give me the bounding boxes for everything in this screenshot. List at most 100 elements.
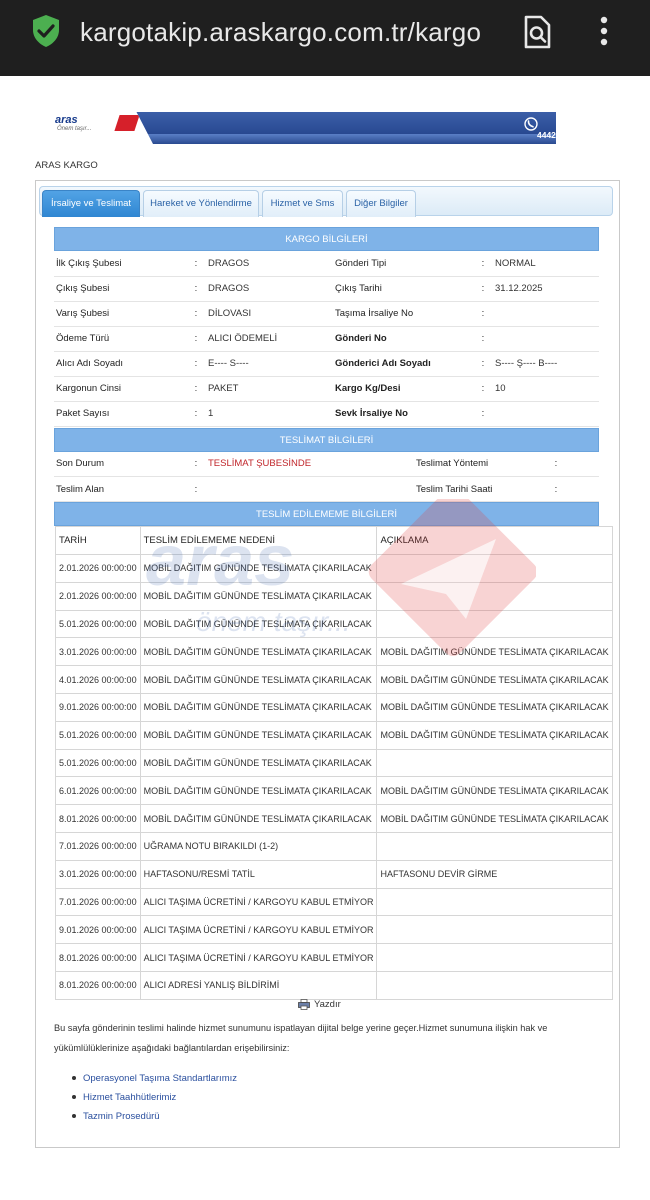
table-row: 9.01.2026 00:00:00 ALICI TAŞIMA ÜCRETİNİ … — [55, 915, 613, 945]
cell-reason: MOBİL DAĞITIM GÜNÜNDE TESLİMATA ÇIKARILA… — [139, 720, 378, 750]
page-search-icon[interactable] — [520, 14, 554, 50]
field-label: Varış Şubesi — [54, 301, 186, 327]
column-header-reason: TESLİM EDİLEMEME NEDENİ — [139, 526, 378, 555]
field-label: Çıkış Şubesi — [54, 276, 186, 302]
link-operasyonel-standartlar[interactable]: Operasyonel Taşıma Standartlarımız — [72, 1069, 237, 1088]
field-label: Gönderi No — [333, 326, 473, 352]
logo-tagline: Önem taşır... — [57, 126, 92, 132]
cell-date: 3.01.2026 00:00:00 — [55, 859, 141, 889]
teslimat-info-row: Teslim Alan: Teslim Tarihi Saati: — [54, 476, 599, 502]
cell-reason: ALICI TAŞIMA ÜCRETİNİ / KARGOYU KABUL ET… — [139, 915, 378, 945]
table-row: 2.01.2026 00:00:00 MOBİL DAĞITIM GÜNÜNDE … — [55, 554, 613, 583]
url-field[interactable]: kargotakip.araskargo.com.tr/kargo — [80, 14, 504, 50]
field-value: 31.12.2025 — [493, 276, 599, 302]
cell-reason: MOBİL DAĞITIM GÜNÜNDE TESLİMATA ÇIKARILA… — [139, 665, 378, 694]
colon-separator: : — [473, 401, 493, 427]
field-value — [493, 326, 599, 352]
cell-date: 3.01.2026 00:00:00 — [55, 637, 141, 667]
cell-reason: ALICI TAŞIMA ÜCRETİNİ / KARGOYU KABUL ET… — [139, 943, 378, 972]
cell-description: MOBİL DAĞITIM GÜNÜNDE TESLİMATA ÇIKARILA… — [376, 776, 613, 806]
kargo-info-header: KARGO BİLGİLERİ — [54, 227, 599, 251]
table-row: 9.01.2026 00:00:00 MOBİL DAĞITIM GÜNÜNDE … — [55, 692, 613, 722]
field-label: Çıkış Tarihi — [333, 276, 473, 302]
cell-date: 8.01.2026 00:00:00 — [55, 943, 141, 972]
shield-check-icon[interactable] — [30, 14, 62, 48]
colon-separator: : — [546, 476, 566, 502]
printer-icon — [298, 999, 310, 1010]
cell-date: 5.01.2026 00:00:00 — [55, 720, 141, 750]
cell-reason: MOBİL DAĞITIM GÜNÜNDE TESLİMATA ÇIKARILA… — [139, 776, 378, 806]
cell-reason: MOBİL DAĞITIM GÜNÜNDE TESLİMATA ÇIKARILA… — [139, 609, 378, 639]
field-label: Gönderici Adı Soyadı — [333, 351, 473, 377]
cell-reason: UĞRAMA NOTU BIRAKILDI (1-2) — [139, 831, 378, 861]
field-label: Teslim Tarihi Saati — [414, 476, 546, 502]
table-row: 5.01.2026 00:00:00 MOBİL DAĞITIM GÜNÜNDE … — [55, 748, 613, 778]
print-button[interactable]: Yazdır — [298, 999, 341, 1010]
colon-separator: : — [473, 376, 493, 402]
cell-date: 5.01.2026 00:00:00 — [55, 609, 141, 639]
kargo-info-row: Kargonun Cinsi: PAKET Kargo Kg/Desi:10 — [54, 376, 599, 402]
browser-address-bar: kargotakip.araskargo.com.tr/kargo — [0, 0, 650, 76]
field-value — [566, 451, 599, 477]
colon-separator: : — [473, 251, 493, 277]
field-value: S---- Ş---- B---- — [493, 351, 599, 377]
link-tazmin-proseduru[interactable]: Tazmin Prosedürü — [72, 1107, 237, 1126]
cell-description — [376, 831, 613, 861]
table-row: 3.01.2026 00:00:00 HAFTASONU/RESMİ TATİL H… — [55, 859, 613, 889]
table-row: 7.01.2026 00:00:00 ALICI TAŞIMA ÜCRETİNİ … — [55, 887, 613, 917]
field-value — [206, 476, 414, 502]
field-label: Kargonun Cinsi — [54, 376, 186, 402]
tab-hizmet-sms[interactable]: Hizmet ve Sms — [262, 190, 343, 217]
bullet-icon — [72, 1095, 76, 1100]
legal-note: Bu sayfa gönderinin teslimi halinde hizm… — [54, 1023, 548, 1053]
link-hizmet-taahhutleri[interactable]: Hizmet Taahhütlerimiz — [72, 1088, 237, 1107]
table-row: 8.01.2026 00:00:00 ALICI ADRESİ YANLIŞ Bİ… — [55, 970, 613, 1000]
status-value: TESLİMAT ŞUBESİNDE — [206, 451, 414, 477]
tab-hareket-yonlendirme[interactable]: Hareket ve Yönlendirme — [143, 190, 259, 217]
more-vertical-icon[interactable] — [597, 16, 611, 46]
cell-date: 2.01.2026 00:00:00 — [55, 581, 141, 611]
kargo-info-row: İlk Çıkış Şubesi: DRAGOS Gönderi Tipi: NORM… — [54, 251, 599, 277]
aras-logo[interactable]: aras Önem taşır... — [35, 112, 153, 144]
brand-label: ARAS KARGO — [35, 160, 98, 171]
field-value: E---- S---- — [206, 351, 333, 377]
kargo-info-row: Varış Şubesi: DİLOVASI Taşıma İrsaliye No: — [54, 301, 599, 327]
header-banner: aras Önem taşır... 4442552 — [35, 112, 556, 144]
cell-date: 7.01.2026 00:00:00 — [55, 831, 141, 861]
field-value: DİLOVASI — [206, 301, 333, 327]
cell-description — [376, 748, 613, 778]
link-label: Tazmin Prosedürü — [83, 1111, 160, 1122]
kargo-info-row: Paket Sayısı:1 Sevk İrsaliye No: — [54, 401, 599, 427]
cell-date: 7.01.2026 00:00:00 — [55, 887, 141, 917]
table-row: 4.01.2026 00:00:00 MOBİL DAĞITIM GÜNÜNDE … — [55, 665, 613, 694]
tab-content: KARGO BİLGİLERİ İlk Çıkış Şubesi: DRAGOS G… — [54, 227, 613, 1000]
field-value: PAKET — [206, 376, 333, 402]
link-label: Hizmet Taahhütlerimiz — [83, 1092, 177, 1103]
table-row: 2.01.2026 00:00:00 MOBİL DAĞITIM GÜNÜNDE … — [55, 581, 613, 611]
cell-reason: HAFTASONU/RESMİ TATİL — [139, 859, 378, 889]
field-value — [493, 401, 599, 427]
teslimat-info-header: TESLİMAT BİLGİLERİ — [54, 427, 599, 452]
cell-description — [376, 887, 613, 917]
field-value — [566, 476, 599, 502]
cell-date: 6.01.2026 00:00:00 — [55, 776, 141, 806]
cell-date: 2.01.2026 00:00:00 — [55, 554, 141, 583]
cell-description: MOBİL DAĞITIM GÜNÜNDE TESLİMATA ÇIKARILA… — [376, 804, 613, 833]
cell-reason: ALICI TAŞIMA ÜCRETİNİ / KARGOYU KABUL ET… — [139, 887, 378, 917]
tab-irsaliye-teslimat[interactable]: İrsaliye ve Teslimat — [42, 190, 140, 217]
field-value: NORMAL — [493, 251, 599, 277]
failure-table: TARİH TESLİM EDİLEMEME NEDENİ AÇIKLAMA 2… — [55, 526, 613, 1000]
table-row: 3.01.2026 00:00:00 MOBİL DAĞITIM GÜNÜNDE … — [55, 637, 613, 667]
tab-diger-bilgiler[interactable]: Diğer Bilgiler — [346, 190, 416, 217]
field-value: 10 — [493, 376, 599, 402]
cell-date: 8.01.2026 00:00:00 — [55, 804, 141, 833]
field-label: Teslimat Yöntemi — [414, 451, 546, 477]
cell-reason: MOBİL DAĞITIM GÜNÜNDE TESLİMATA ÇIKARILA… — [139, 637, 378, 667]
colon-separator: : — [186, 276, 206, 302]
cell-reason: ALICI ADRESİ YANLIŞ BİLDİRİMİ — [139, 970, 378, 1000]
kargo-info-table: İlk Çıkış Şubesi: DRAGOS Gönderi Tipi: NORM… — [54, 251, 599, 427]
field-label: Teslim Alan — [54, 476, 186, 502]
colon-separator: : — [473, 326, 493, 352]
cell-date: 9.01.2026 00:00:00 — [55, 915, 141, 945]
colon-separator: : — [186, 326, 206, 352]
